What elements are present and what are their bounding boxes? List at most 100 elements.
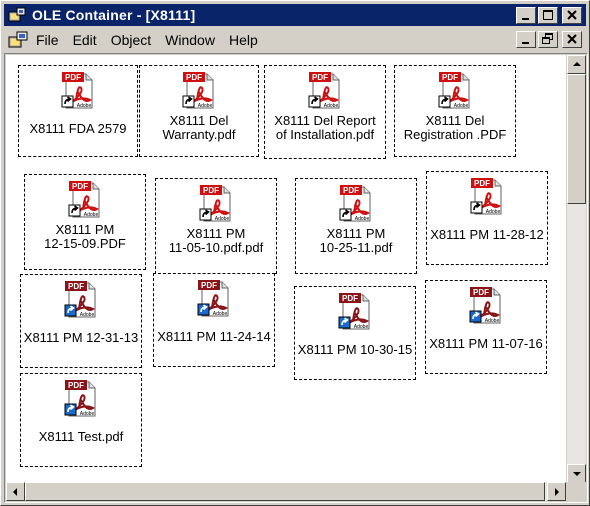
label-line: Registration .PDF (403, 127, 507, 142)
svg-text:Adobe: Adobe (324, 103, 339, 109)
minimize-icon (522, 42, 529, 44)
pdf-object-item[interactable]: PDF Adobe X8111 PM 11-28-12 (426, 171, 548, 265)
pdf-object-item[interactable]: PDF Adobe X8111 PM 10-25-11.pdf (295, 178, 417, 274)
vertical-scroll-thumb[interactable] (567, 74, 586, 204)
maximize-button[interactable] (538, 7, 558, 24)
scroll-down-button[interactable] (567, 464, 586, 483)
pdf-object-item[interactable]: PDF Adobe X8111 Del Report of Installation.… (264, 65, 386, 159)
close-button[interactable] (562, 7, 582, 24)
ole-container-window: OLE Container - [X8111] File Edit Object… (0, 0, 590, 506)
svg-text:Adobe: Adobe (80, 411, 95, 417)
pdf-icon: PDF Adobe (194, 278, 234, 318)
menu-file[interactable]: File (29, 30, 66, 50)
pdf-object-item[interactable]: PDF Adobe X8111 PM 11-24-14 (153, 273, 275, 367)
pdf-icon: PDF Adobe (335, 291, 375, 331)
arrow-right-icon (555, 488, 559, 496)
horizontal-scrollbar[interactable] (6, 482, 566, 501)
label-line: X8111 PM (326, 226, 386, 241)
scroll-up-button[interactable] (567, 55, 586, 74)
pdf-object-label: X8111 PM 11-28-12 (427, 228, 547, 242)
pdf-object-item[interactable]: PDF Adobe X8111 Test.pdf (20, 373, 142, 467)
scroll-right-button[interactable] (547, 482, 566, 501)
horizontal-scroll-thumb[interactable] (25, 482, 545, 501)
svg-text:PDF: PDF (65, 73, 81, 82)
vertical-scrollbar[interactable] (567, 55, 586, 483)
pdf-object-label: X8111 PM 11-24-14 (154, 330, 274, 344)
pdf-object-label: X8111 PM 11-07-16 (426, 337, 546, 351)
pdf-object-item[interactable]: PDF Adobe X8111 PM 12-31-13 (20, 274, 142, 368)
label-line: X8111 PM (55, 222, 115, 237)
label-line: X8111 PM 11-24-14 (157, 329, 271, 344)
app-icon (8, 7, 26, 23)
child-close-button[interactable] (562, 31, 582, 48)
menu-help[interactable]: Help (222, 30, 265, 50)
pdf-object-item[interactable]: PDF Adobe X8111 Del Warranty.pdf (139, 65, 259, 157)
document-icon[interactable] (7, 31, 29, 49)
svg-text:PDF: PDF (343, 186, 359, 195)
window-title: OLE Container - [X8111] (32, 7, 196, 23)
pdf-icon: PDF Adobe (196, 183, 236, 223)
pdf-object-label: X8111 PM 11-05-10.pdf.pdf (156, 227, 276, 255)
pdf-object-label: X8111 Test.pdf (21, 430, 141, 444)
label-line: X8111 Test.pdf (38, 429, 124, 444)
svg-text:PDF: PDF (201, 281, 217, 290)
svg-text:PDF: PDF (72, 182, 88, 191)
pdf-object-label: X8111 PM 12-15-09.PDF (25, 223, 145, 251)
svg-text:Adobe: Adobe (198, 103, 213, 109)
svg-text:PDF: PDF (203, 186, 219, 195)
maximize-icon (543, 10, 553, 20)
pdf-object-item[interactable]: PDF Adobe X8111 PM 10-30-15 (294, 286, 416, 380)
label-line: X8111 PM (186, 226, 246, 241)
label-line: 12-15-09.PDF (44, 236, 126, 251)
child-restore-button[interactable] (538, 31, 558, 48)
svg-text:Adobe: Adobe (213, 311, 228, 317)
svg-text:PDF: PDF (342, 294, 358, 303)
close-icon (567, 34, 577, 44)
child-minimize-button[interactable] (516, 31, 536, 48)
pdf-icon: PDF Adobe (65, 179, 105, 219)
svg-text:Adobe: Adobe (80, 312, 95, 318)
label-line: X8111 PM 11-07-16 (429, 336, 543, 351)
pdf-icon: PDF Adobe (179, 70, 219, 110)
minimize-icon (522, 18, 529, 20)
restore-icon (542, 33, 553, 44)
pdf-object-label: X8111 Del Warranty.pdf (140, 114, 258, 142)
label-line: Warranty.pdf (162, 127, 236, 142)
minimize-button[interactable] (516, 7, 536, 24)
svg-text:PDF: PDF (68, 282, 84, 291)
pdf-object-item[interactable]: PDF Adobe X8111 PM 12-15-09.PDF (24, 174, 146, 270)
svg-text:Adobe: Adobe (355, 216, 370, 222)
size-grip (567, 482, 586, 501)
svg-text:PDF: PDF (186, 73, 202, 82)
label-line: X8111 PM 11-28-12 (430, 227, 544, 242)
svg-text:Adobe: Adobe (354, 324, 369, 330)
ole-object-canvas: PDF Adobe X8111 FDA 2579 PDF Adobe X8111 Del W… (6, 55, 566, 483)
label-line: X8111 FDA 2579 (29, 121, 127, 136)
mdi-client-area: PDF Adobe X8111 FDA 2579 PDF Adobe X8111 Del W… (4, 53, 588, 503)
pdf-icon: PDF Adobe (466, 285, 506, 325)
pdf-icon: PDF Adobe (467, 176, 507, 216)
menu-window[interactable]: Window (158, 30, 222, 50)
menu-bar: File Edit Object Window Help (4, 29, 586, 51)
pdf-icon: PDF Adobe (305, 70, 345, 110)
label-line: X8111 Del (425, 113, 485, 128)
arrow-up-icon (573, 62, 581, 66)
label-line: X8111 PM 12-31-13 (23, 330, 139, 345)
pdf-object-label: X8111 Del Report of Installation.pdf (265, 114, 385, 142)
label-line: X8111 PM 10-30-15 (297, 342, 413, 357)
pdf-object-item[interactable]: PDF Adobe X8111 Del Registration .PDF (394, 65, 516, 157)
pdf-object-item[interactable]: PDF Adobe X8111 PM 11-05-10.pdf.pdf (155, 178, 277, 274)
pdf-object-item[interactable]: PDF Adobe X8111 PM 11-07-16 (425, 280, 547, 374)
label-line: X8111 Del (169, 113, 229, 128)
close-icon (567, 10, 577, 20)
pdf-object-label: X8111 PM 10-25-11.pdf (296, 227, 416, 255)
svg-text:PDF: PDF (442, 73, 458, 82)
label-line: 11-05-10.pdf.pdf (168, 240, 264, 255)
pdf-icon: PDF Adobe (336, 183, 376, 223)
pdf-object-item[interactable]: PDF Adobe X8111 FDA 2579 (18, 65, 138, 157)
scroll-left-button[interactable] (6, 482, 25, 501)
title-bar[interactable]: OLE Container - [X8111] (4, 4, 586, 26)
menu-edit[interactable]: Edit (66, 30, 104, 50)
menu-object[interactable]: Object (104, 30, 158, 50)
svg-text:Adobe: Adobe (485, 318, 500, 324)
